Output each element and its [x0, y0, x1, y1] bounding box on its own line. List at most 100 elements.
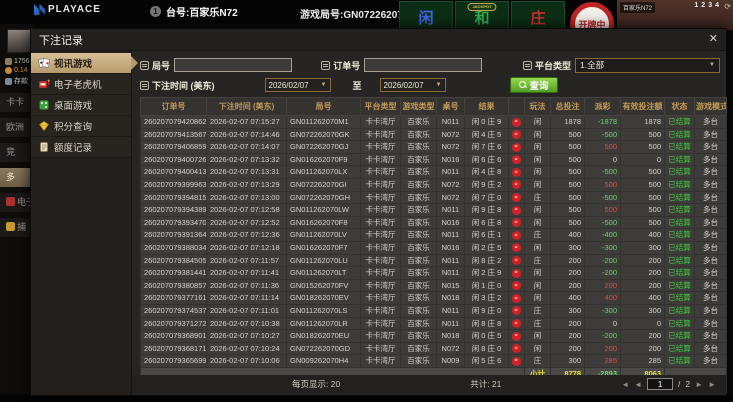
camera-button-2[interactable]: 2 — [701, 2, 705, 9]
cell: 2026-02-07 07:12:18 — [206, 240, 287, 255]
replay-video-icon[interactable] — [512, 356, 521, 366]
page-number-input[interactable] — [647, 378, 674, 390]
cell: N016 — [436, 152, 465, 167]
refresh-icon[interactable]: ⟳ — [724, 2, 731, 11]
replay-video-icon[interactable] — [512, 167, 521, 177]
cell: 已结算 — [664, 266, 695, 280]
replay-video-icon[interactable] — [512, 117, 521, 127]
cell: -500 — [584, 190, 621, 205]
replay-video-icon[interactable] — [512, 268, 521, 278]
cell: 2026-02-07 07:12:58 — [206, 203, 287, 217]
replay-video-icon[interactable] — [512, 331, 521, 341]
lobby-menu: 卡卡 欧洲竞多电子捕 — [0, 93, 34, 237]
table-row: 260207079391364 2026-02-07 07:12:36 GN0112… — [140, 228, 727, 242]
cell: 260207079368901 — [140, 329, 207, 343]
svg-text:♥: ♥ — [46, 61, 49, 67]
replay-video-icon[interactable] — [512, 243, 521, 253]
cell: 多台 — [694, 253, 727, 268]
cell: 285 — [620, 354, 665, 368]
column-header-2: 局号 — [286, 97, 361, 116]
cell: 260207079400413 — [140, 165, 207, 179]
prev-page-button[interactable]: ◄ — [634, 380, 642, 389]
nav-item-4[interactable]: 额度记录 — [31, 137, 131, 158]
cell: 已结算 — [664, 215, 695, 230]
cell: 卡卡湾厅 — [360, 329, 401, 343]
cell: 闲 — [524, 341, 551, 356]
camera-button-1[interactable]: 1 — [694, 2, 698, 9]
next-page-button[interactable]: ► — [695, 380, 703, 389]
cell: N011 — [436, 228, 465, 242]
cell: 闲 — [524, 278, 551, 293]
platform-select[interactable]: 1.全部 ▼ — [575, 57, 720, 73]
menu-item-icon — [6, 222, 15, 231]
replay-video-icon[interactable] — [512, 344, 521, 354]
cell: 500 — [620, 140, 665, 154]
replay-video-icon[interactable] — [512, 155, 521, 165]
first-page-button[interactable]: ◄ — [621, 380, 629, 389]
camera-switcher[interactable]: 1234 — [694, 2, 719, 9]
replay-video-icon[interactable] — [512, 193, 521, 203]
replay-video-icon[interactable] — [512, 205, 521, 215]
cell: 已结算 — [664, 240, 695, 255]
lobby-menu-item-4[interactable]: 电子 — [0, 193, 34, 212]
last-page-button[interactable]: ► — [708, 380, 716, 389]
lobby-menu-item-0[interactable]: 卡卡 — [0, 93, 34, 112]
query-button[interactable]: 查询 — [509, 77, 558, 93]
column-header-8: 玩法 — [524, 97, 551, 116]
replay-video-icon[interactable] — [512, 256, 521, 266]
replay-video-icon[interactable] — [512, 142, 521, 152]
cell: 已结算 — [664, 329, 695, 343]
lobby-menu-item-1[interactable]: 欧洲 — [0, 118, 34, 137]
per-page-label: 每页显示: 20 — [292, 379, 341, 389]
table-row: 260207079368901 2026-02-07 07:10:27 GN0182… — [140, 329, 727, 343]
nav-item-3[interactable]: 积分查询 — [31, 116, 131, 137]
cell: 百家乐 — [400, 266, 437, 280]
replay-video-icon[interactable] — [512, 319, 521, 329]
lobby-menu-item-label: 卡卡 — [6, 97, 25, 107]
nav-item-2[interactable]: 桌面游戏 — [31, 95, 131, 116]
lobby-menu-item-3[interactable]: 多 — [0, 168, 34, 187]
camera-button-4[interactable]: 4 — [715, 2, 719, 9]
replay-video-icon[interactable] — [512, 218, 521, 228]
order-input[interactable] — [364, 58, 483, 72]
cell: -300 — [584, 303, 621, 318]
cell: 多台 — [694, 165, 727, 179]
cell: 闲 9 庄 0 — [464, 303, 509, 318]
cell: 闲 — [524, 329, 551, 343]
cell: 200 — [550, 253, 585, 268]
cell: N072 — [436, 341, 465, 356]
date-to-picker[interactable]: 2026/02/07 ▼ — [379, 78, 446, 92]
cell: 卡卡湾厅 — [360, 316, 401, 331]
date-from-picker[interactable]: 2026/02/07 ▼ — [264, 78, 331, 92]
replay-video-icon[interactable] — [512, 230, 521, 240]
total-count-label: 共计: 21 — [470, 379, 502, 389]
balance-stat: 0.14 — [0, 66, 34, 75]
replay-video-icon[interactable] — [512, 306, 521, 316]
cell: GN011262070LT — [286, 266, 361, 280]
replay-video-icon[interactable] — [512, 281, 521, 291]
close-icon[interactable]: ✕ — [709, 34, 718, 45]
camera-button-3[interactable]: 3 — [708, 2, 712, 9]
cell: 0 — [584, 316, 621, 331]
doc-icon — [38, 141, 50, 153]
replay-video-icon[interactable] — [512, 180, 521, 190]
lobby-menu-item-5[interactable]: 捕 — [0, 218, 34, 237]
video-table-label: 百家乐N72 — [620, 2, 656, 13]
cell: N011 — [436, 253, 465, 268]
deposit-button[interactable]: 存款 — [0, 75, 34, 87]
cell: N011 — [436, 316, 465, 331]
nav-item-0[interactable]: ♥ ♠ 视讯游戏 — [31, 53, 138, 74]
replay-video-icon[interactable] — [512, 293, 521, 303]
live-video-thumbnail[interactable]: 百家乐N72 1234 ⟳ — [617, 0, 733, 30]
nav-item-1[interactable]: 电子老虎机 — [31, 74, 131, 95]
round-input[interactable] — [174, 58, 293, 72]
cell: 已结算 — [664, 115, 695, 129]
dialog-content: 局号 订单号 平台类型 1.全部 ▼ 下注时间 (美东) 2026/02/07 … — [132, 51, 727, 395]
cell: 已结算 — [664, 140, 695, 154]
cell: 百家乐 — [400, 316, 437, 331]
cell: 卡卡湾厅 — [360, 266, 401, 280]
replay-video-icon[interactable] — [512, 130, 521, 140]
cell: GN011262070M1 — [286, 115, 361, 129]
lobby-menu-item-2[interactable]: 竞 — [0, 143, 34, 162]
cell: 百家乐 — [400, 165, 437, 179]
